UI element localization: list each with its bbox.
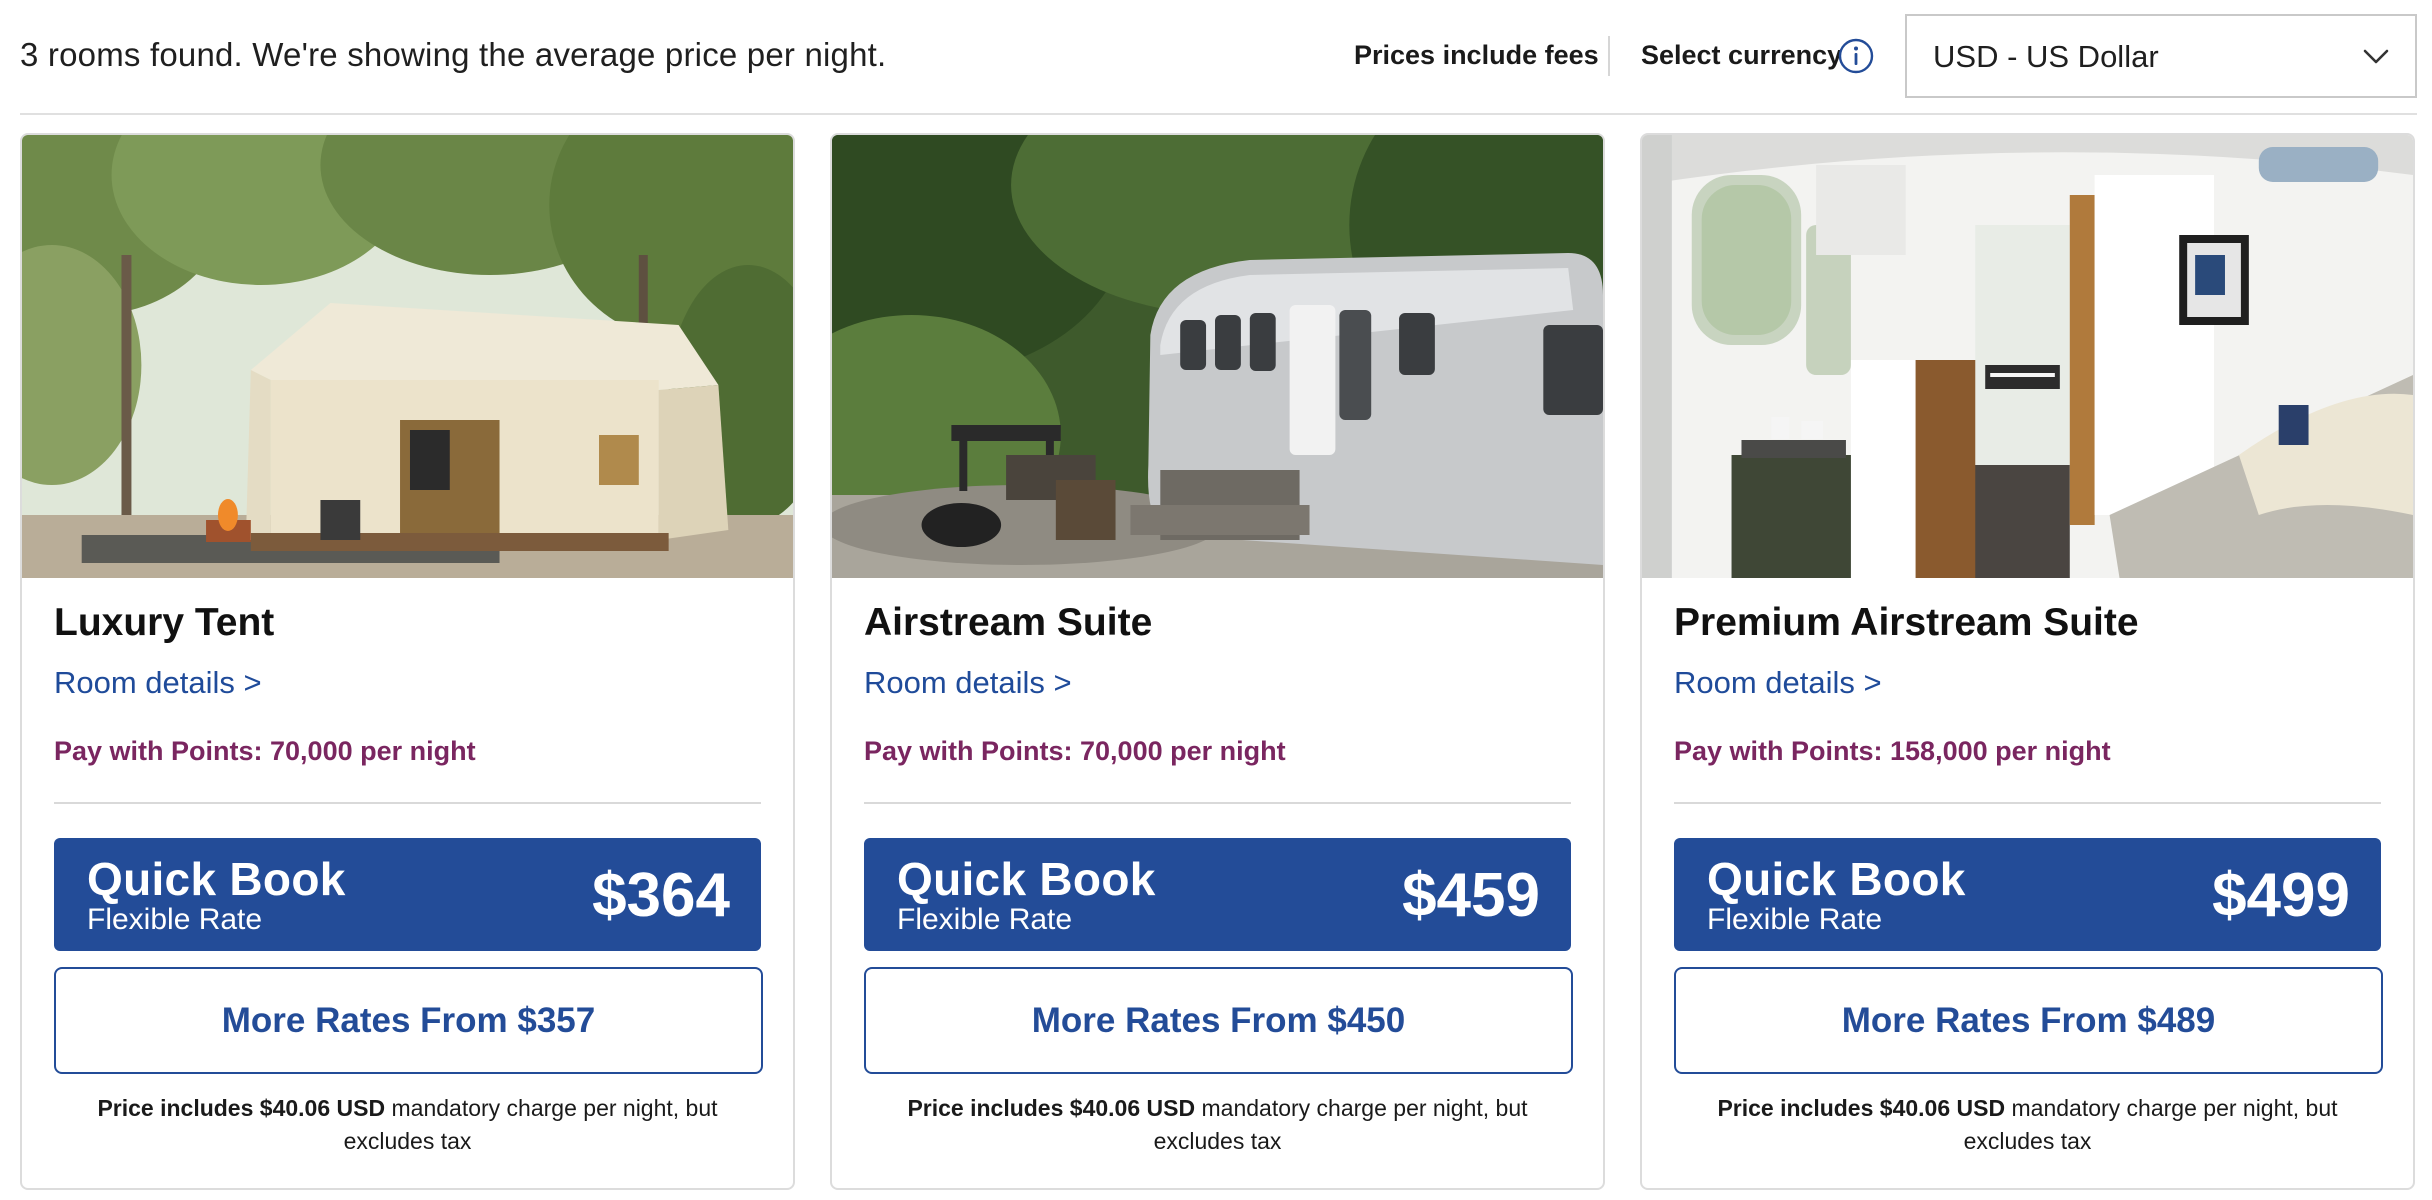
quick-book-price: $499	[2212, 861, 2350, 930]
prices-include-fees-label: Prices include fees	[1354, 40, 1599, 70]
results-toolbar: 3 rooms found. We're showing the average…	[0, 0, 2432, 115]
price-note-suffix: mandatory charge per night, but excludes…	[1963, 1095, 2338, 1154]
toolbar-rule	[20, 113, 2417, 115]
room-photo-tent[interactable]	[22, 135, 793, 578]
card-divider	[54, 802, 761, 804]
quick-book-title: Quick Book	[1707, 853, 1966, 905]
points-price: Pay with Points: 70,000 per night	[864, 736, 1286, 766]
room-photo-airstream[interactable]	[832, 135, 1603, 578]
price-note-amount: $40.06 USD	[1879, 1095, 2006, 1121]
currency-select[interactable]: USD - US Dollar	[1905, 14, 2417, 98]
select-currency-label: Select currency	[1641, 40, 1843, 70]
room-card-premium-airstream-suite: Premium Airstream Suite Room details > P…	[1640, 133, 2415, 1190]
price-note: Price includes $40.06 USD mandatory char…	[1682, 1092, 2373, 1158]
price-note-amount: $40.06 USD	[259, 1095, 386, 1121]
price-note-suffix: mandatory charge per night, but excludes…	[1153, 1095, 1528, 1154]
price-note: Price includes $40.06 USD mandatory char…	[62, 1092, 753, 1158]
more-rates-button[interactable]: More Rates From $489	[1674, 967, 2383, 1074]
quick-book-title: Quick Book	[897, 853, 1156, 905]
card-divider	[864, 802, 1571, 804]
room-title: Luxury Tent	[54, 601, 275, 644]
quick-book-button[interactable]: Quick Book Flexible Rate $364	[54, 838, 761, 951]
price-note-prefix: Price includes	[97, 1095, 254, 1121]
info-icon[interactable]	[1838, 38, 1874, 74]
toolbar-divider	[1608, 36, 1610, 76]
price-note-amount: $40.06 USD	[1069, 1095, 1196, 1121]
points-price: Pay with Points: 70,000 per night	[54, 736, 476, 766]
room-details-link[interactable]: Room details >	[1674, 665, 1882, 701]
more-rates-button[interactable]: More Rates From $450	[864, 967, 1573, 1074]
quick-book-button[interactable]: Quick Book Flexible Rate $499	[1674, 838, 2381, 951]
price-note-prefix: Price includes	[1717, 1095, 1874, 1121]
quick-book-rate-type: Flexible Rate	[1707, 903, 1883, 936]
room-title: Premium Airstream Suite	[1674, 601, 2139, 644]
room-title: Airstream Suite	[864, 601, 1153, 644]
more-rates-button[interactable]: More Rates From $357	[54, 967, 763, 1074]
chevron-down-icon	[2363, 49, 2389, 64]
room-card-airstream-suite: Airstream Suite Room details > Pay with …	[830, 133, 1605, 1190]
card-divider	[1674, 802, 2381, 804]
price-note-suffix: mandatory charge per night, but excludes…	[343, 1095, 718, 1154]
price-note-prefix: Price includes	[907, 1095, 1064, 1121]
quick-book-rate-type: Flexible Rate	[897, 903, 1073, 936]
room-photo-airstream-interior[interactable]	[1642, 135, 2413, 578]
price-note: Price includes $40.06 USD mandatory char…	[872, 1092, 1563, 1158]
quick-book-rate-type: Flexible Rate	[87, 903, 263, 936]
quick-book-title: Quick Book	[87, 853, 346, 905]
results-summary: 3 rooms found. We're showing the average…	[20, 36, 887, 73]
quick-book-button[interactable]: Quick Book Flexible Rate $459	[864, 838, 1571, 951]
quick-book-price: $459	[1402, 861, 1540, 930]
points-price: Pay with Points: 158,000 per night	[1674, 736, 2111, 766]
currency-select-value: USD - US Dollar	[1933, 39, 2159, 74]
quick-book-price: $364	[592, 861, 730, 930]
room-details-link[interactable]: Room details >	[54, 665, 262, 701]
room-details-link[interactable]: Room details >	[864, 665, 1072, 701]
room-card-luxury-tent: Luxury Tent Room details > Pay with Poin…	[20, 133, 795, 1190]
